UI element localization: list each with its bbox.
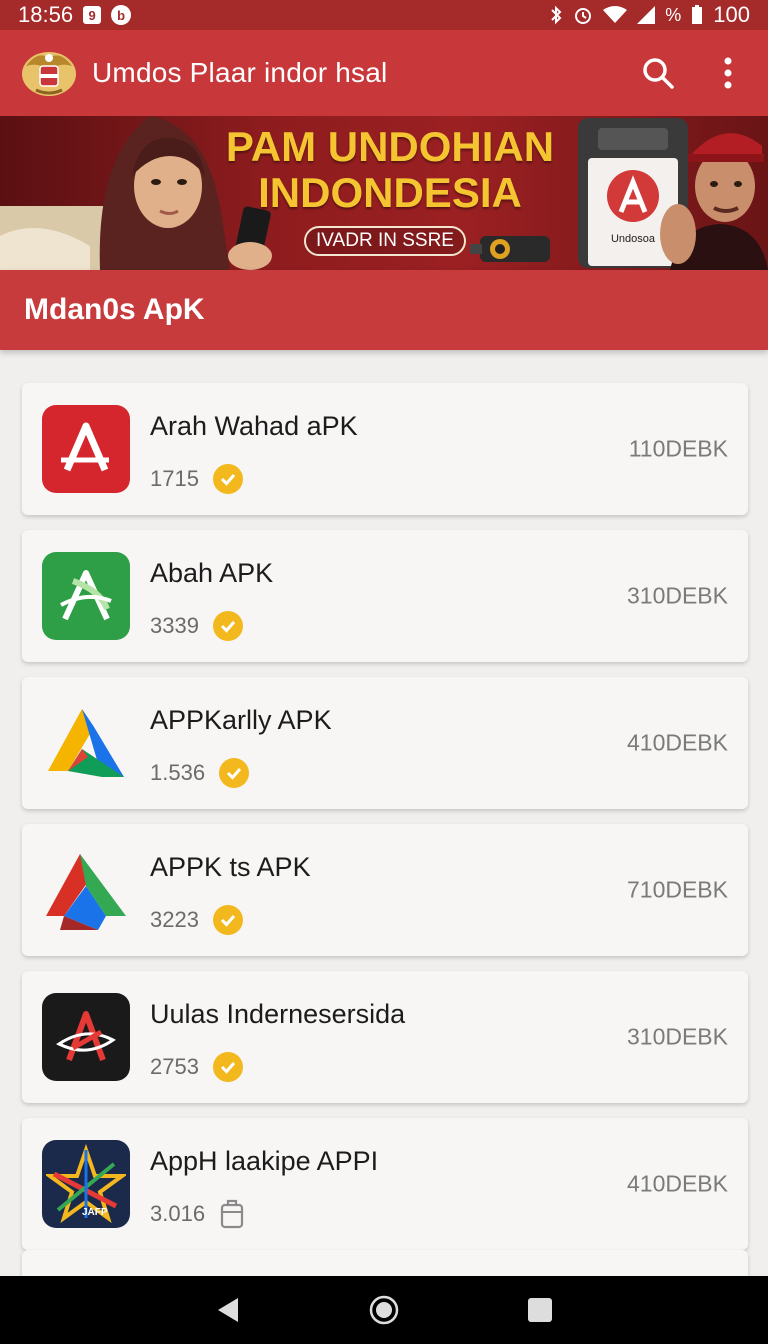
list-item[interactable]: Arah Wahad aPK 1715 110DEBK	[22, 383, 748, 515]
app-bar: Umdos Plaar indor hsal	[0, 30, 768, 116]
app-logo	[20, 44, 78, 102]
list-item[interactable]: APPKarlly APK 1.536 410DEBK	[22, 677, 748, 809]
verified-badge-icon	[212, 610, 243, 641]
notification-b-icon: b	[111, 5, 132, 25]
file-size: 710DEBK	[626, 876, 728, 903]
file-size: 310DEBK	[626, 582, 728, 609]
notification-icon: 9	[83, 6, 102, 24]
icon-label: JAFP	[82, 1207, 108, 1218]
download-count: 3223	[150, 906, 199, 932]
battery-icon	[691, 5, 703, 25]
red-a-icon	[42, 405, 130, 493]
file-size: 110DEBK	[628, 435, 728, 462]
app-list: Arah Wahad aPK 1715 110DEBK Abah APK 333…	[22, 383, 748, 1265]
bluetooth-icon	[549, 5, 563, 25]
banner-man-illustration	[660, 133, 768, 270]
section-header: Mdan0s ApK	[0, 270, 768, 350]
search-icon[interactable]	[638, 53, 678, 93]
signal-icon	[637, 6, 656, 24]
star-icon: JAFP	[42, 1140, 130, 1228]
download-count: 2753	[150, 1053, 199, 1079]
download-count: 1.536	[150, 759, 206, 785]
more-vert-icon[interactable]	[708, 53, 748, 93]
dark-a-icon	[42, 993, 130, 1081]
list-item[interactable]: Uulas Indernesersida 2753 310DEBK	[22, 971, 748, 1103]
list-item[interactable]: JAFP AppH laakipe APPI 3.016 410DEBK	[22, 1118, 748, 1250]
list-item[interactable]: Abah APK 3339 310DEBK	[22, 530, 748, 662]
battery-level: 100	[713, 2, 750, 27]
green-a-icon	[42, 552, 130, 640]
list-item[interactable]: APPK ts APK 3223 710DEBK	[22, 824, 748, 956]
app-title: Umdos Plaar indor hsal	[92, 57, 388, 88]
package-icon	[219, 1199, 245, 1229]
back-icon[interactable]	[208, 1290, 248, 1330]
section-title: Mdan0s ApK	[24, 293, 205, 326]
navigation-bar	[0, 1276, 768, 1344]
file-size: 410DEBK	[626, 1170, 728, 1197]
verified-badge-icon	[219, 757, 250, 788]
file-size: 410DEBK	[626, 729, 728, 756]
recents-icon[interactable]	[520, 1290, 560, 1330]
banner-cta-button[interactable]: IVADR IN SSRE	[304, 226, 466, 256]
download-count: 3.016	[150, 1200, 206, 1226]
red-green-a-icon	[42, 846, 130, 934]
verified-badge-icon	[212, 463, 243, 494]
download-count: 3339	[150, 612, 199, 638]
promo-banner[interactable]: PAM UNDOHIAN INDONDESIA IVADR IN SSRE Un…	[0, 116, 768, 270]
file-size: 310DEBK	[626, 1023, 728, 1050]
download-count: 1715	[150, 465, 199, 491]
banner-headline: PAM UNDOHIAN INDONDESIA	[190, 124, 590, 216]
banner-headline-line-1: PAM UNDOHIAN	[225, 123, 555, 170]
home-icon[interactable]	[364, 1290, 404, 1330]
alarm-icon	[573, 5, 593, 25]
banner-headline-line-2: INDONDESIA	[258, 169, 522, 216]
verified-badge-icon	[212, 904, 243, 935]
wifi-icon	[603, 6, 628, 24]
status-time: 18:56	[18, 2, 74, 27]
tricolor-a-icon	[42, 699, 130, 787]
verified-badge-icon	[212, 1051, 243, 1082]
camera-illustration	[470, 236, 550, 262]
status-bar: 18:56 9 b % 100	[0, 0, 768, 30]
signal-text: %	[665, 4, 682, 25]
